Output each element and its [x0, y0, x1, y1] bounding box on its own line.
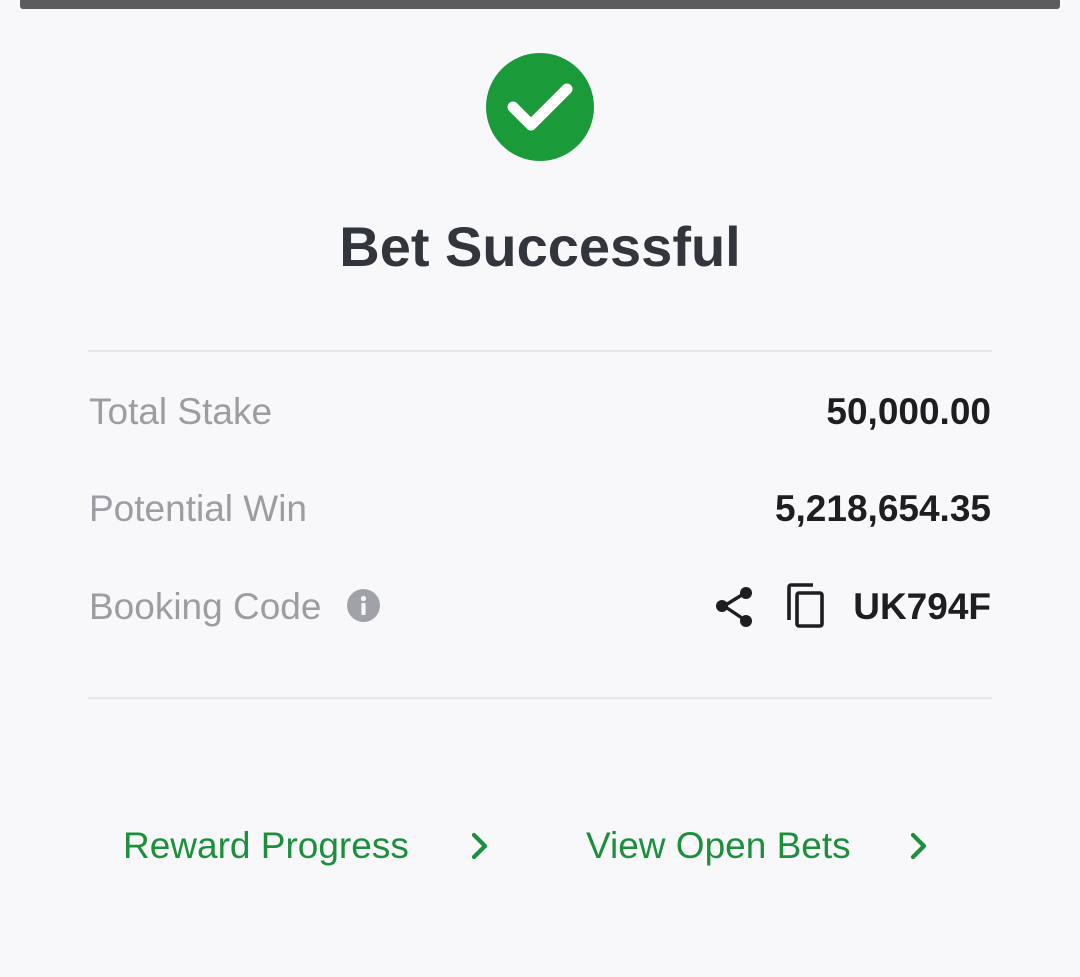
divider-top — [88, 350, 992, 352]
total-stake-value: 50,000.00 — [826, 391, 991, 432]
check-circle-icon — [486, 53, 594, 161]
info-icon[interactable] — [347, 589, 380, 622]
chevron-right-icon — [471, 832, 488, 860]
booking-code-label: Booking Code — [89, 586, 322, 627]
copy-icon[interactable] — [783, 582, 829, 630]
view-open-bets-link[interactable]: View Open Bets — [586, 820, 946, 872]
reward-progress-label: Reward Progress — [123, 825, 409, 866]
share-icon[interactable] — [713, 585, 757, 629]
potential-win-label: Potential Win — [89, 488, 307, 529]
chevron-right-icon — [910, 832, 927, 860]
booking-code-value[interactable]: UK794F — [853, 586, 991, 628]
view-open-bets-label: View Open Bets — [586, 825, 851, 866]
potential-win-value: 5,218,654.35 — [774, 488, 991, 529]
page-title: Bet Successful — [339, 215, 741, 278]
bet-success-card: Bet Successful Total Stake 50,000.00 Pot… — [0, 0, 1080, 977]
reward-progress-link[interactable]: Reward Progress — [123, 820, 503, 872]
total-stake-label: Total Stake — [89, 391, 273, 432]
divider-bottom — [88, 697, 992, 699]
